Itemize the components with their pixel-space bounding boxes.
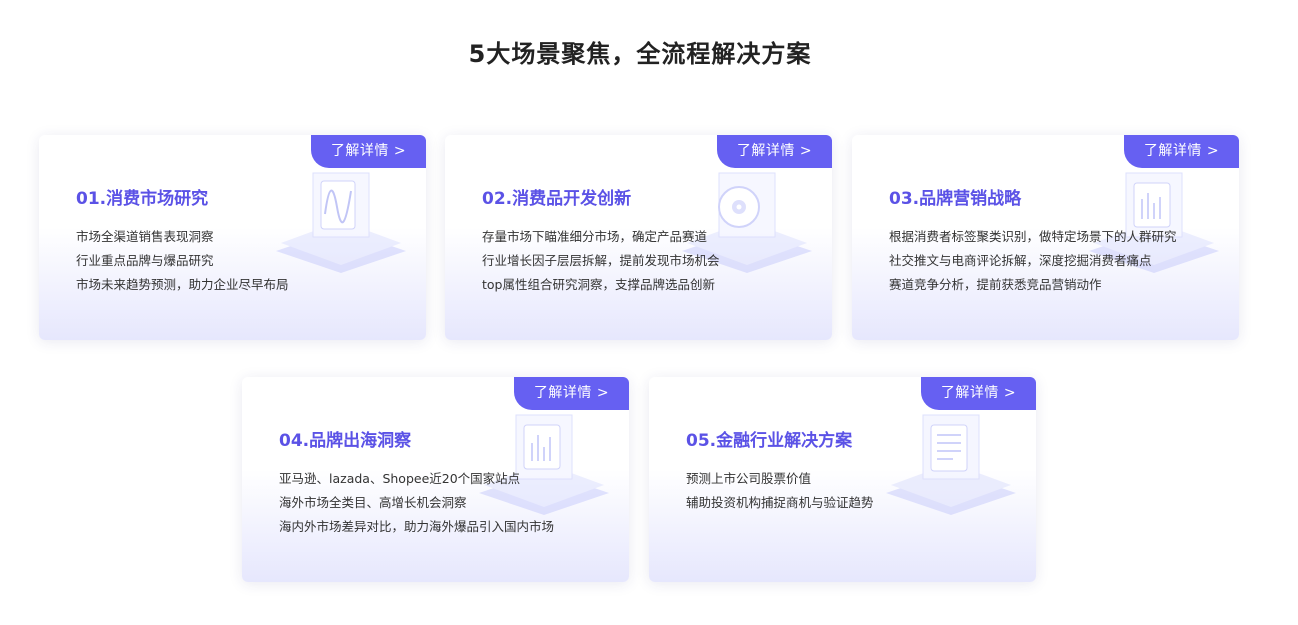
card-title: 02.消费品开发创新	[482, 189, 632, 209]
card-line: 市场全渠道销售表现洞察	[76, 229, 214, 244]
card-description: 根据消费者标签聚类识别，做特定场景下的人群研究 社交推文与电商评论拆解，深度挖掘…	[889, 225, 1177, 297]
card-line: top属性组合研究洞察，支撑品牌选品创新	[482, 277, 715, 292]
scenario-card-product-innovation: 02.消费品开发创新 存量市场下瞄准细分市场，确定产品赛道 行业增长因子层层拆解…	[445, 135, 832, 340]
scenario-card-consumer-market: 01.消费市场研究 市场全渠道销售表现洞察 行业重点品牌与爆品研究 市场未来趋势…	[39, 135, 426, 340]
card-description: 预测上市公司股票价值 辅助投资机构捕捉商机与验证趋势	[686, 467, 874, 515]
card-line: 行业增长因子层层拆解，提前发现市场机会	[482, 253, 720, 268]
card-line: 辅助投资机构捕捉商机与验证趋势	[686, 495, 874, 510]
card-line: 海外市场全类目、高增长机会洞察	[279, 495, 467, 510]
solutions-section: 5大场景聚焦，全流程解决方案 01.消费市场研究 市场全渠道销售表现洞察 行业重…	[0, 0, 1298, 625]
card-title: 03.品牌营销战略	[889, 189, 1022, 209]
scenario-card-brand-marketing: 03.品牌营销战略 根据消费者标签聚类识别，做特定场景下的人群研究 社交推文与电…	[852, 135, 1239, 340]
card-line: 社交推文与电商评论拆解，深度挖掘消费者痛点	[889, 253, 1152, 268]
card-description: 存量市场下瞄准细分市场，确定产品赛道 行业增长因子层层拆解，提前发现市场机会 t…	[482, 225, 720, 297]
card-line: 市场未来趋势预测，助力企业尽早布局	[76, 277, 289, 292]
card-title: 01.消费市场研究	[76, 189, 209, 209]
card-line: 存量市场下瞄准细分市场，确定产品赛道	[482, 229, 708, 244]
card-line: 赛道竞争分析，提前获悉竞品营销动作	[889, 277, 1102, 292]
wave-chart-icon	[276, 172, 406, 273]
card-line: 亚马逊、lazada、Shopee近20个国家站点	[279, 471, 521, 486]
document-icon	[886, 414, 1016, 515]
card-line: 行业重点品牌与爆品研究	[76, 253, 214, 268]
scenario-card-brand-overseas: 04.品牌出海洞察 亚马逊、lazada、Shopee近20个国家站点 海外市场…	[242, 377, 629, 582]
card-description: 亚马逊、lazada、Shopee近20个国家站点 海外市场全类目、高增长机会洞…	[279, 467, 554, 539]
page-title: 5大场景聚焦，全流程解决方案	[468, 40, 812, 68]
card-description: 市场全渠道销售表现洞察 行业重点品牌与爆品研究 市场未来趋势预测，助力企业尽早布…	[76, 225, 289, 297]
card-title: 05.金融行业解决方案	[686, 431, 853, 451]
card-line: 根据消费者标签聚类识别，做特定场景下的人群研究	[889, 229, 1177, 244]
card-title: 04.品牌出海洞察	[279, 431, 412, 451]
card-line: 预测上市公司股票价值	[686, 471, 812, 486]
scenario-card-finance: 05.金融行业解决方案 预测上市公司股票价值 辅助投资机构捕捉商机与验证趋势 了…	[649, 377, 1036, 582]
card-line: 海内外市场差异对比，助力海外爆品引入国内市场	[279, 519, 555, 534]
